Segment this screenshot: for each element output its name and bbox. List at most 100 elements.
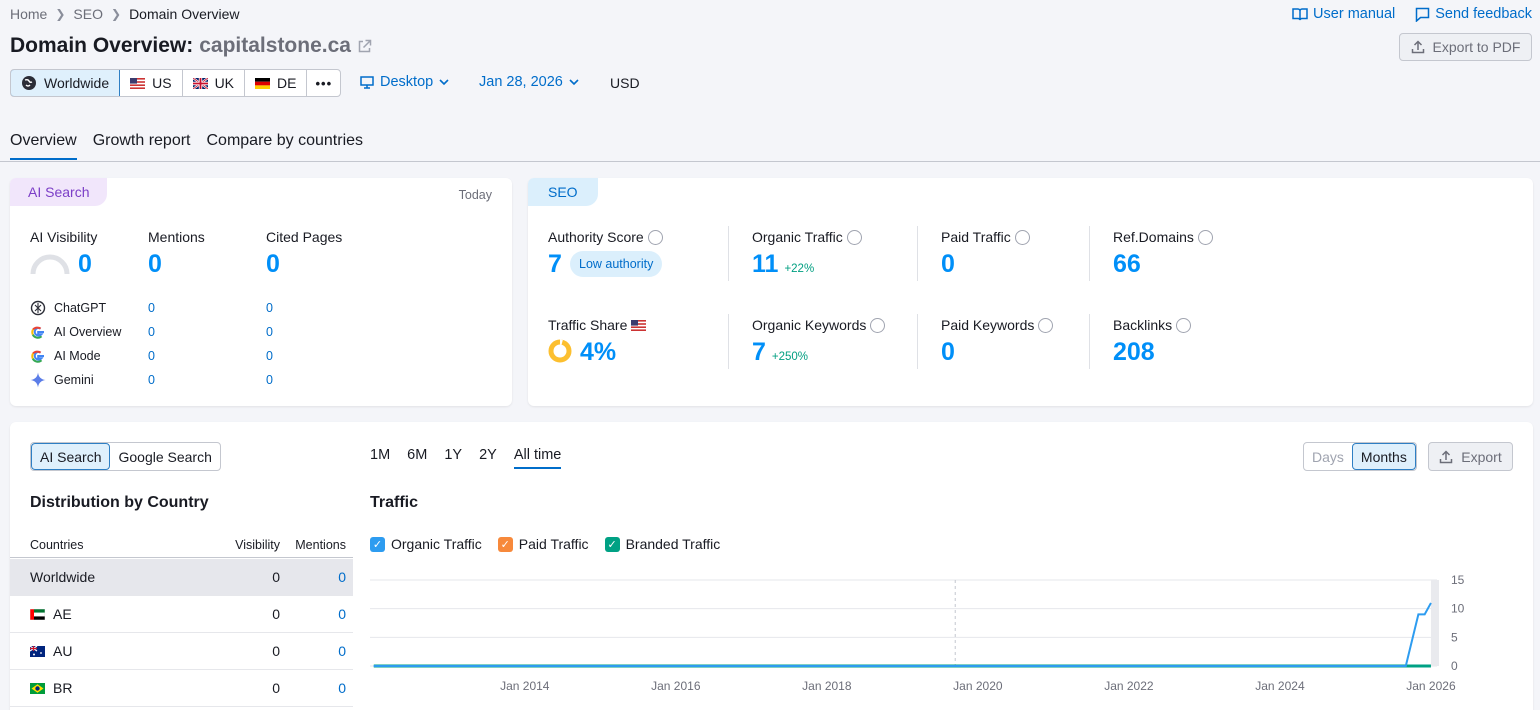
range-all-time[interactable]: All time xyxy=(513,447,562,469)
table-row[interactable]: AU 0 0 xyxy=(10,633,353,670)
user-manual-label: User manual xyxy=(1313,6,1396,22)
send-feedback-link[interactable]: Send feedback xyxy=(1415,6,1532,22)
row-mentions[interactable]: 0 xyxy=(280,569,346,585)
search-type-toggle: AI Search Google Search xyxy=(30,442,221,471)
info-icon[interactable] xyxy=(1038,317,1054,333)
chevron-down-icon xyxy=(569,78,579,85)
globe-icon xyxy=(22,76,36,90)
breadcrumb-home[interactable]: Home xyxy=(10,6,47,22)
breadcrumb-seo[interactable]: SEO xyxy=(73,6,103,22)
legend-label: Branded Traffic xyxy=(625,536,721,552)
row-mentions[interactable]: 0 xyxy=(280,643,346,659)
de-flag-icon xyxy=(255,77,271,89)
row-mentions[interactable]: 0 xyxy=(280,606,346,622)
table-row[interactable]: Worldwide 0 0 xyxy=(10,559,353,596)
table-row[interactable]: BR 0 0 xyxy=(10,670,353,707)
seo-card: SEO Authority Score 7 Low authority Orga… xyxy=(528,178,1533,406)
mentions-value[interactable]: 0 xyxy=(148,250,162,279)
table-row[interactable]: AE 0 0 xyxy=(10,596,353,633)
authority-score-value[interactable]: 7 xyxy=(548,250,562,279)
tab-growth-report[interactable]: Growth report xyxy=(93,132,191,160)
organic-keywords-value[interactable]: 7 xyxy=(752,338,766,367)
engine-cited[interactable]: 0 xyxy=(266,373,273,387)
engine-mentions[interactable]: 0 xyxy=(148,325,155,339)
granularity-toggle: Days Months xyxy=(1303,442,1417,471)
range-6m[interactable]: 6M xyxy=(407,447,427,469)
export-pdf-button[interactable]: Export to PDF xyxy=(1399,33,1532,61)
row-country: Worldwide xyxy=(30,569,96,585)
engine-mentions[interactable]: 0 xyxy=(148,349,155,363)
engine-cited[interactable]: 0 xyxy=(266,301,273,315)
row-mentions[interactable]: 0 xyxy=(280,680,346,696)
ai-visibility-value[interactable]: 0 xyxy=(78,250,92,279)
export-button[interactable]: Export xyxy=(1428,442,1513,471)
authority-badge: Low authority xyxy=(570,251,663,277)
label-text: Backlinks xyxy=(1113,317,1173,333)
divider xyxy=(1089,314,1090,369)
ref-domains-value[interactable]: 66 xyxy=(1113,250,1141,279)
engine-mentions[interactable]: 0 xyxy=(148,301,155,315)
x-tick-label: Jan 2022 xyxy=(1104,679,1154,693)
page-title: Domain Overview: capitalstone.ca xyxy=(10,34,372,58)
row-visibility: 0 xyxy=(272,606,280,622)
gemini-icon xyxy=(30,372,46,388)
google-search-toggle[interactable]: Google Search xyxy=(110,443,219,470)
traffic-share-label: Traffic Share xyxy=(548,317,647,333)
months-toggle[interactable]: Months xyxy=(1351,443,1416,470)
cited-pages-value[interactable]: 0 xyxy=(266,250,280,279)
checkbox-checked-icon: ✓ xyxy=(604,536,620,552)
ae-flag-icon xyxy=(30,608,45,620)
info-icon[interactable] xyxy=(1197,229,1213,245)
info-icon[interactable] xyxy=(1014,229,1030,245)
date-dropdown[interactable]: Jan 28, 2026 xyxy=(479,74,579,90)
paid-keywords-value[interactable]: 0 xyxy=(941,338,955,367)
tab-compare-by-countries[interactable]: Compare by countries xyxy=(207,132,364,160)
engine-mentions[interactable]: 0 xyxy=(148,373,155,387)
user-manual-link[interactable]: User manual xyxy=(1292,6,1395,22)
label-text: Organic Keywords xyxy=(752,317,867,333)
cited-pages-label: Cited Pages xyxy=(266,229,343,245)
legend-branded[interactable]: ✓ Branded Traffic xyxy=(604,536,721,552)
range-2y[interactable]: 2Y xyxy=(479,447,497,469)
external-link-icon[interactable] xyxy=(357,39,372,54)
info-icon[interactable] xyxy=(846,229,862,245)
legend-organic[interactable]: ✓ Organic Traffic xyxy=(370,536,482,552)
divider xyxy=(917,226,918,281)
breadcrumb-current: Domain Overview xyxy=(129,6,240,22)
engine-cited[interactable]: 0 xyxy=(266,349,273,363)
region-de[interactable]: DE xyxy=(245,70,308,96)
legend-paid[interactable]: ✓ Paid Traffic xyxy=(497,536,589,552)
region-worldwide[interactable]: Worldwide xyxy=(11,70,121,96)
row-visibility: 0 xyxy=(272,569,280,585)
organic-traffic-value[interactable]: 11 xyxy=(752,250,778,279)
traffic-title: Traffic xyxy=(370,494,419,511)
ai-visibility-label: AI Visibility xyxy=(30,229,98,245)
ai-search-toggle[interactable]: AI Search xyxy=(31,443,111,470)
region-uk[interactable]: UK xyxy=(183,70,246,96)
region-us[interactable]: US xyxy=(120,70,183,96)
distribution-header: Countries Visibility Mentions xyxy=(10,532,353,558)
engine-name: ChatGPT xyxy=(54,301,107,315)
info-icon[interactable] xyxy=(870,317,886,333)
organic-traffic-label: Organic Traffic xyxy=(752,229,862,245)
row-country: AE xyxy=(53,606,72,622)
engine-row-chatgpt: ChatGPT 0 0 xyxy=(30,296,330,320)
days-toggle[interactable]: Days xyxy=(1304,443,1352,470)
label-text: Traffic Share xyxy=(548,317,628,333)
paid-traffic-value[interactable]: 0 xyxy=(941,250,955,279)
range-1y[interactable]: 1Y xyxy=(444,447,462,469)
more-regions-button[interactable]: ••• xyxy=(307,70,340,96)
info-icon[interactable] xyxy=(1176,317,1192,333)
engine-cited[interactable]: 0 xyxy=(266,325,273,339)
traffic-share-value[interactable]: 4% xyxy=(580,338,616,367)
engine-name: AI Mode xyxy=(54,349,101,363)
backlinks-value[interactable]: 208 xyxy=(1113,338,1155,367)
monitor-icon xyxy=(360,75,374,89)
range-1m[interactable]: 1M xyxy=(370,447,390,469)
info-icon[interactable] xyxy=(647,229,663,245)
tab-overview[interactable]: Overview xyxy=(10,132,77,160)
divider xyxy=(917,314,918,369)
device-dropdown[interactable]: Desktop xyxy=(360,74,449,90)
currency-label: USD xyxy=(610,75,640,91)
engine-row-ai-overview: AI Overview 0 0 xyxy=(30,320,330,344)
